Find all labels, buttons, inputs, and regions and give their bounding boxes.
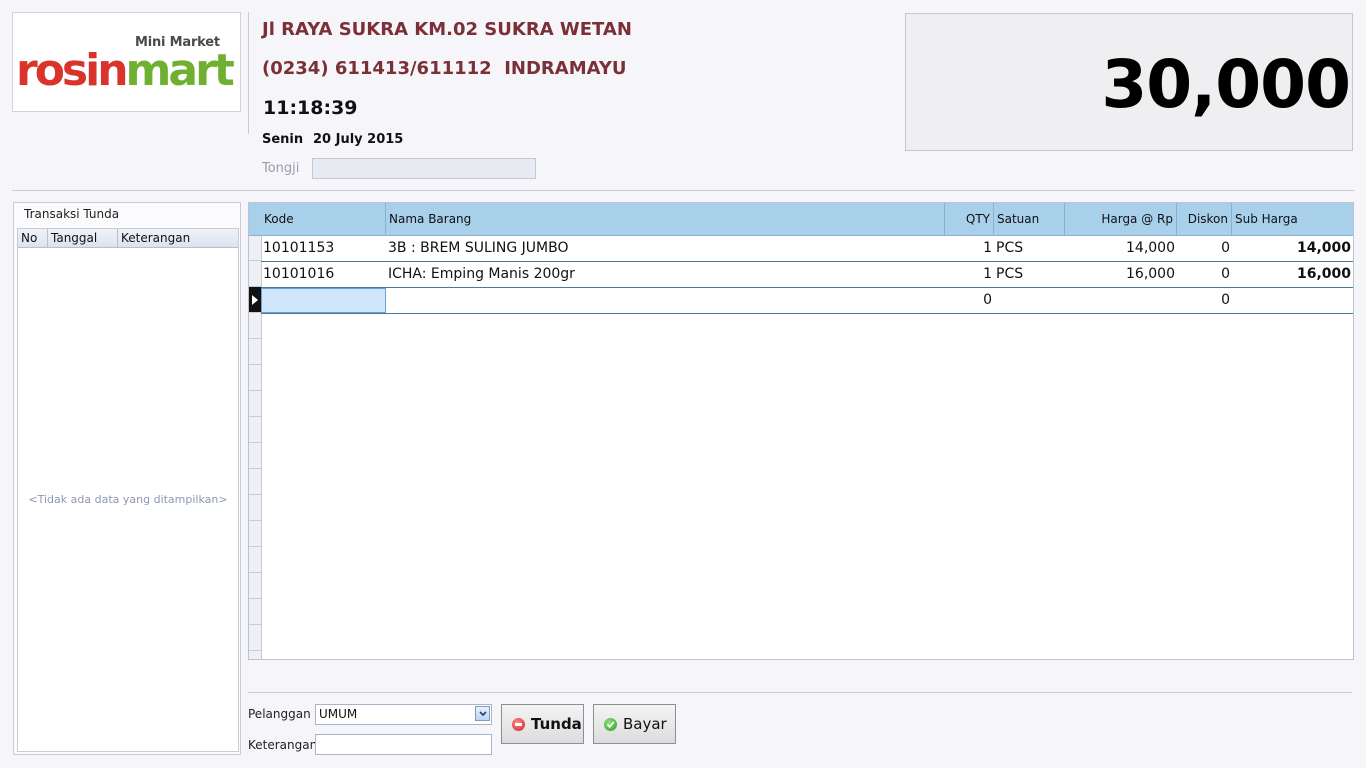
row-indicator xyxy=(249,495,261,521)
store-logo: Mini Market rosinmart xyxy=(12,12,241,112)
tongji-label: Tongji xyxy=(262,161,300,176)
cell-nama-barang[interactable] xyxy=(386,288,945,313)
stop-icon xyxy=(512,717,525,731)
cell-qty[interactable]: 1 xyxy=(945,236,994,261)
pending-col-no[interactable]: No xyxy=(18,229,48,247)
pending-transactions-panel: Transaksi Tunda No Tanggal Keterangan <T… xyxy=(13,202,241,755)
cell-qty[interactable]: 1 xyxy=(945,262,994,287)
cell-satuan[interactable]: PCS xyxy=(994,262,1065,287)
check-icon xyxy=(604,717,617,731)
current-date: 20 July 2015 xyxy=(313,132,404,147)
row-indicator xyxy=(249,339,261,365)
pelanggan-select[interactable]: UMUM xyxy=(315,704,492,725)
keterangan-label: Keterangan xyxy=(248,738,318,752)
cell-sub-harga[interactable] xyxy=(1232,288,1353,313)
pelanggan-value: UMUM xyxy=(319,707,358,721)
tunda-button[interactable]: Tunda xyxy=(501,704,584,744)
cell-kode[interactable]: 10101016 xyxy=(261,262,386,287)
total-display: 30,000 xyxy=(905,13,1353,151)
row-indicator xyxy=(249,391,261,417)
chevron-down-icon[interactable] xyxy=(475,706,490,721)
row-indicator xyxy=(249,573,261,599)
store-phone: (0234) 611413/611112 INDRAMAYU xyxy=(262,58,627,79)
pending-transactions-grid[interactable]: No Tanggal Keterangan <Tidak ada data ya… xyxy=(17,228,239,752)
cell-diskon[interactable]: 0 xyxy=(1177,236,1232,261)
cell-sub-harga[interactable]: 14,000 xyxy=(1232,236,1353,261)
day-name: Senin xyxy=(262,132,304,147)
row-indicator-current[interactable] xyxy=(249,287,261,313)
row-indicator xyxy=(249,469,261,495)
logo-word-red: rosin xyxy=(16,45,129,96)
cell-diskon[interactable]: 0 xyxy=(1177,288,1232,313)
table-row[interactable]: 10101153 3B : BREM SULING JUMBO 1 PCS 14… xyxy=(261,236,1353,262)
col-nama-barang[interactable]: Nama Barang xyxy=(386,203,945,235)
grid-header: Kode Nama Barang QTY Satuan Harga @ Rp D… xyxy=(249,203,1353,236)
table-row-new[interactable]: 0 0 xyxy=(261,288,1353,314)
row-indicator xyxy=(249,417,261,443)
footer-separator xyxy=(248,692,1352,693)
header-separator xyxy=(12,190,1354,191)
row-indicator xyxy=(249,365,261,391)
row-indicator[interactable] xyxy=(249,235,261,261)
col-satuan[interactable]: Satuan xyxy=(994,203,1065,235)
pending-panel-title: Transaksi Tunda xyxy=(24,207,120,221)
pending-col-tanggal[interactable]: Tanggal xyxy=(48,229,118,247)
total-amount: 30,000 xyxy=(1101,46,1351,123)
cell-qty[interactable]: 0 xyxy=(945,288,994,313)
row-indicator xyxy=(249,625,261,651)
cell-nama-barang[interactable]: ICHA: Emping Manis 200gr xyxy=(386,262,945,287)
sales-items-grid[interactable]: Kode Nama Barang QTY Satuan Harga @ Rp D… xyxy=(248,202,1354,660)
col-kode[interactable]: Kode xyxy=(261,203,386,235)
cell-harga[interactable]: 16,000 xyxy=(1065,262,1177,287)
row-indicator xyxy=(249,443,261,469)
cell-sub-harga[interactable]: 16,000 xyxy=(1232,262,1353,287)
logo-wordmark: rosinmart xyxy=(16,45,235,96)
bayar-button[interactable]: Bayar xyxy=(593,704,676,744)
row-indicator xyxy=(249,547,261,573)
tongji-field[interactable] xyxy=(312,158,536,179)
cell-satuan[interactable]: PCS xyxy=(994,236,1065,261)
cell-kode[interactable]: 10101153 xyxy=(261,236,386,261)
cell-satuan[interactable] xyxy=(994,288,1065,313)
cell-harga[interactable] xyxy=(1065,288,1177,313)
pelanggan-label: Pelanggan xyxy=(248,707,311,721)
col-qty[interactable]: QTY xyxy=(945,203,994,235)
current-row-arrow-icon xyxy=(252,295,258,305)
tunda-button-label: Tunda xyxy=(531,715,582,733)
row-indicator xyxy=(249,313,261,339)
header-divider xyxy=(248,12,249,134)
row-indicator xyxy=(249,599,261,625)
col-harga[interactable]: Harga @ Rp xyxy=(1065,203,1177,235)
store-address: Jl RAYA SUKRA KM.02 SUKRA WETAN xyxy=(262,19,632,40)
clock: 11:18:39 xyxy=(263,97,358,119)
keterangan-field[interactable] xyxy=(315,734,492,755)
bayar-button-label: Bayar xyxy=(623,715,667,733)
logo-word-green: mart xyxy=(125,45,235,96)
cell-diskon[interactable]: 0 xyxy=(1177,262,1232,287)
pending-col-keterangan[interactable]: Keterangan xyxy=(118,229,238,247)
row-indicator xyxy=(249,521,261,547)
col-diskon[interactable]: Diskon xyxy=(1177,203,1232,235)
cell-harga[interactable]: 14,000 xyxy=(1065,236,1177,261)
cell-kode-active-input[interactable] xyxy=(261,288,386,313)
cell-nama-barang[interactable]: 3B : BREM SULING JUMBO xyxy=(386,236,945,261)
pending-grid-header: No Tanggal Keterangan xyxy=(18,229,238,248)
row-indicator[interactable] xyxy=(249,261,261,287)
pending-empty-message: <Tidak ada data yang ditampilkan> xyxy=(28,493,228,506)
col-sub-harga[interactable]: Sub Harga xyxy=(1232,203,1353,235)
table-row[interactable]: 10101016 ICHA: Emping Manis 200gr 1 PCS … xyxy=(261,262,1353,288)
